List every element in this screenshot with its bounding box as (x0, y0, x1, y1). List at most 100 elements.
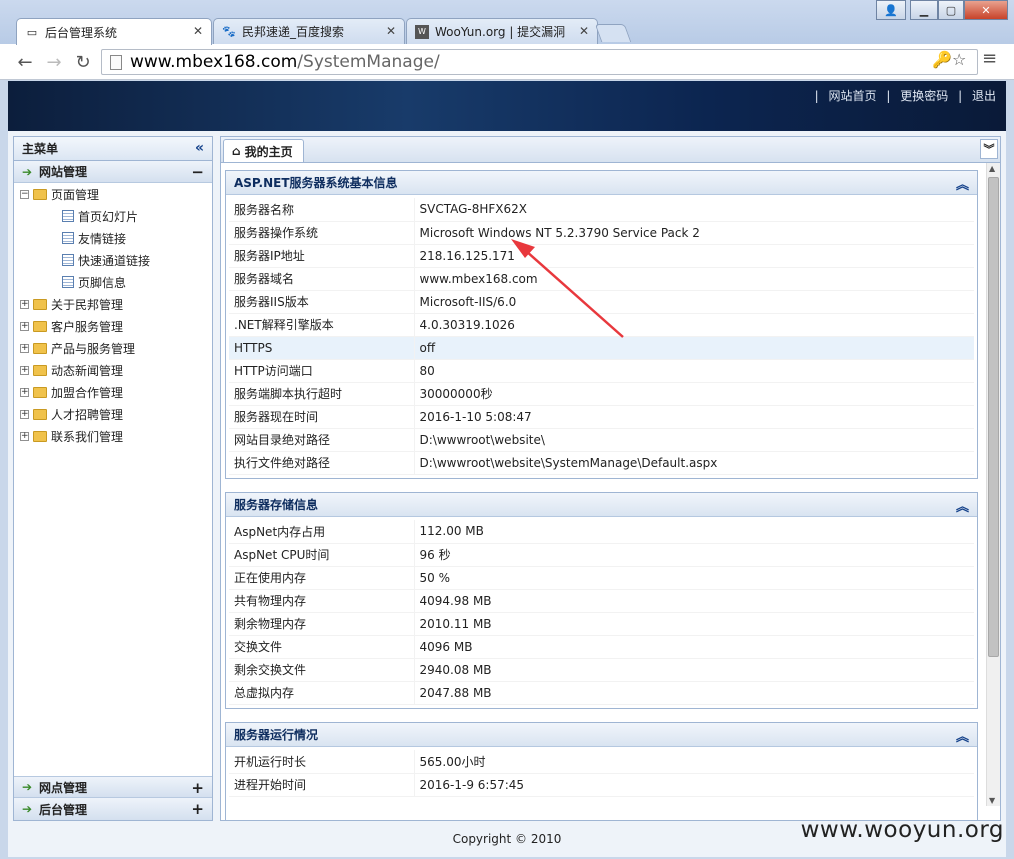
new-tab-button[interactable] (594, 24, 632, 42)
back-icon[interactable]: ← (14, 51, 36, 73)
header-links: | 网站首页 | 更换密码 | 退出 (809, 87, 996, 104)
link-change-password[interactable]: 更换密码 (900, 89, 948, 103)
tree-leaf[interactable]: 首页幻灯片 (14, 205, 212, 227)
address-bar[interactable]: www.mbex168.com/SystemManage/ (101, 49, 978, 75)
site-header: | 网站首页 | 更换密码 | 退出 (8, 81, 1006, 131)
tab-my-home[interactable]: ⌂ 我的主页 (223, 139, 304, 162)
collapse-left-icon[interactable]: « (195, 140, 204, 156)
tree-leaf[interactable]: 快速通道链接 (14, 249, 212, 271)
chevron-double-down-icon[interactable]: ︾ (980, 139, 998, 159)
menu-tree: − 页面管理 首页幻灯片 友情链接 快速通道链接 页脚信息 + 关于民邦管理 + 客… (14, 183, 212, 447)
browser-toolbar: ← → ↻ www.mbex168.com/SystemManage/ 🔑 ☆ … (0, 44, 1014, 80)
wooyun-icon: W (415, 24, 429, 39)
window-close-icon[interactable]: ✕ (964, 0, 1008, 20)
folder-icon (33, 386, 47, 398)
scroll-down-icon[interactable]: ▼ (989, 796, 995, 805)
expand-icon[interactable]: + (20, 365, 29, 375)
tab-title: 后台管理系统 (45, 25, 118, 40)
separator: | (886, 89, 891, 103)
watermark: www.wooyun.org (800, 817, 1004, 843)
address-host: www.mbex168.com (130, 52, 298, 72)
collapse-icon[interactable]: − (20, 189, 29, 199)
address-path: /SystemManage/ (297, 52, 440, 72)
expand-icon[interactable]: + (20, 409, 29, 419)
doc-icon (62, 276, 74, 288)
browser-tab-strip: ▭ 后台管理系统 ✕ 🐾 民邦速递_百度搜索 ✕ W WooYun.org | … (0, 0, 1014, 45)
browser-tab-wooyun[interactable]: W WooYun.org | 提交漏洞 ✕ (406, 18, 598, 44)
forward-icon[interactable]: → (43, 51, 65, 73)
vertical-scrollbar[interactable]: ▲ ▼ (986, 163, 1000, 806)
annotation-arrow (511, 239, 624, 338)
accordion-site-management[interactable]: ➔ 网站管理 − (14, 161, 212, 183)
tree-label: 产品与服务管理 (51, 341, 136, 356)
sidebar-title: 主菜单 (22, 142, 59, 156)
tab-title: WooYun.org | 提交漏洞 (435, 25, 566, 39)
key-icon[interactable]: 🔑 (932, 50, 952, 69)
tree-node[interactable]: + 产品与服务管理 (14, 337, 212, 359)
browser-tab-baidu[interactable]: 🐾 民邦速递_百度搜索 ✕ (213, 18, 405, 44)
accordion-backend-management[interactable]: ➔ 后台管理 + (14, 798, 212, 820)
arrow-doc-icon: ➔ (21, 164, 33, 179)
page-icon (110, 54, 122, 70)
minimize-icon[interactable]: ▁ (910, 0, 938, 20)
plus-icon[interactable]: + (191, 779, 204, 797)
folder-icon (33, 364, 47, 376)
scrollbar-thumb[interactable] (988, 177, 999, 657)
folder-open-icon (33, 188, 47, 200)
tree-node[interactable]: + 客户服务管理 (14, 315, 212, 337)
accordion-branch-management[interactable]: ➔ 网点管理 + (14, 776, 212, 798)
tree-node-page-management[interactable]: − 页面管理 (14, 183, 212, 205)
plus-icon[interactable]: + (191, 800, 204, 818)
sidebar: 主菜单 « ➔ 网站管理 − − 页面管理 首页幻灯片 友情链接 快速通道链接 … (13, 136, 213, 821)
maximize-icon[interactable]: ▢ (938, 0, 964, 20)
content-scroll-area[interactable]: ASP.NET服务器系统基本信息 ︽ 服务器名称 SVCTAG-8HFX62X 服… (221, 163, 1000, 820)
doc-icon (62, 232, 74, 244)
tree-label: 客户服务管理 (51, 319, 124, 334)
tree-node[interactable]: + 加盟合作管理 (14, 381, 212, 403)
page-body: | 网站首页 | 更换密码 | 退出 主菜单 « ➔ 网站管理 − − 页面管理… (8, 81, 1006, 857)
close-icon[interactable]: ✕ (386, 24, 396, 38)
close-icon[interactable]: ✕ (579, 24, 589, 38)
tree-label: 快速通道链接 (78, 253, 151, 268)
separator: | (958, 89, 963, 103)
tree-label: 关于民邦管理 (51, 297, 124, 312)
tree-leaf[interactable]: 友情链接 (14, 227, 212, 249)
tree-node[interactable]: + 联系我们管理 (14, 425, 212, 447)
expand-icon[interactable]: + (20, 343, 29, 353)
content-tab-strip: ⌂ 我的主页 ︾ (221, 137, 1000, 163)
tab-title: 民邦速递_百度搜索 (242, 25, 345, 39)
separator: | (814, 89, 819, 103)
expand-icon[interactable]: + (20, 387, 29, 397)
star-icon[interactable]: ☆ (952, 50, 966, 69)
user-icon[interactable]: 👤 (876, 0, 906, 20)
expand-icon[interactable]: + (20, 431, 29, 441)
arrow-shaft (516, 242, 624, 338)
tree-leaf[interactable]: 页脚信息 (14, 271, 212, 293)
section-label: 网站管理 (39, 165, 88, 179)
tree-label: 友情链接 (78, 231, 127, 246)
expand-icon[interactable]: + (20, 321, 29, 331)
tree-node[interactable]: + 动态新闻管理 (14, 359, 212, 381)
folder-icon (33, 320, 47, 332)
minus-icon[interactable]: − (191, 163, 204, 181)
link-logout[interactable]: 退出 (972, 89, 996, 103)
reload-icon[interactable]: ↻ (72, 51, 94, 73)
doc-icon (62, 254, 74, 266)
folder-icon (33, 408, 47, 420)
doc-icon (62, 210, 74, 222)
expand-icon[interactable]: + (20, 299, 29, 309)
tab-label: 我的主页 (244, 144, 293, 159)
scroll-up-icon[interactable]: ▲ (989, 164, 995, 173)
tree-label: 页脚信息 (78, 275, 127, 290)
sidebar-bottom-sections: ➔ 网点管理 + ➔ 后台管理 + (14, 776, 212, 820)
page-icon: ▭ (26, 25, 38, 39)
tree-node[interactable]: + 人才招聘管理 (14, 403, 212, 425)
browser-tab-admin[interactable]: ▭ 后台管理系统 ✕ (16, 18, 212, 45)
close-icon[interactable]: ✕ (193, 24, 203, 38)
menu-icon[interactable]: ≡ (982, 48, 997, 69)
arrow-doc-icon: ➔ (21, 780, 33, 794)
section-label: 网点管理 (39, 780, 88, 795)
link-home[interactable]: 网站首页 (829, 89, 877, 103)
baidu-paw-icon: 🐾 (222, 25, 236, 38)
tree-node[interactable]: + 关于民邦管理 (14, 293, 212, 315)
